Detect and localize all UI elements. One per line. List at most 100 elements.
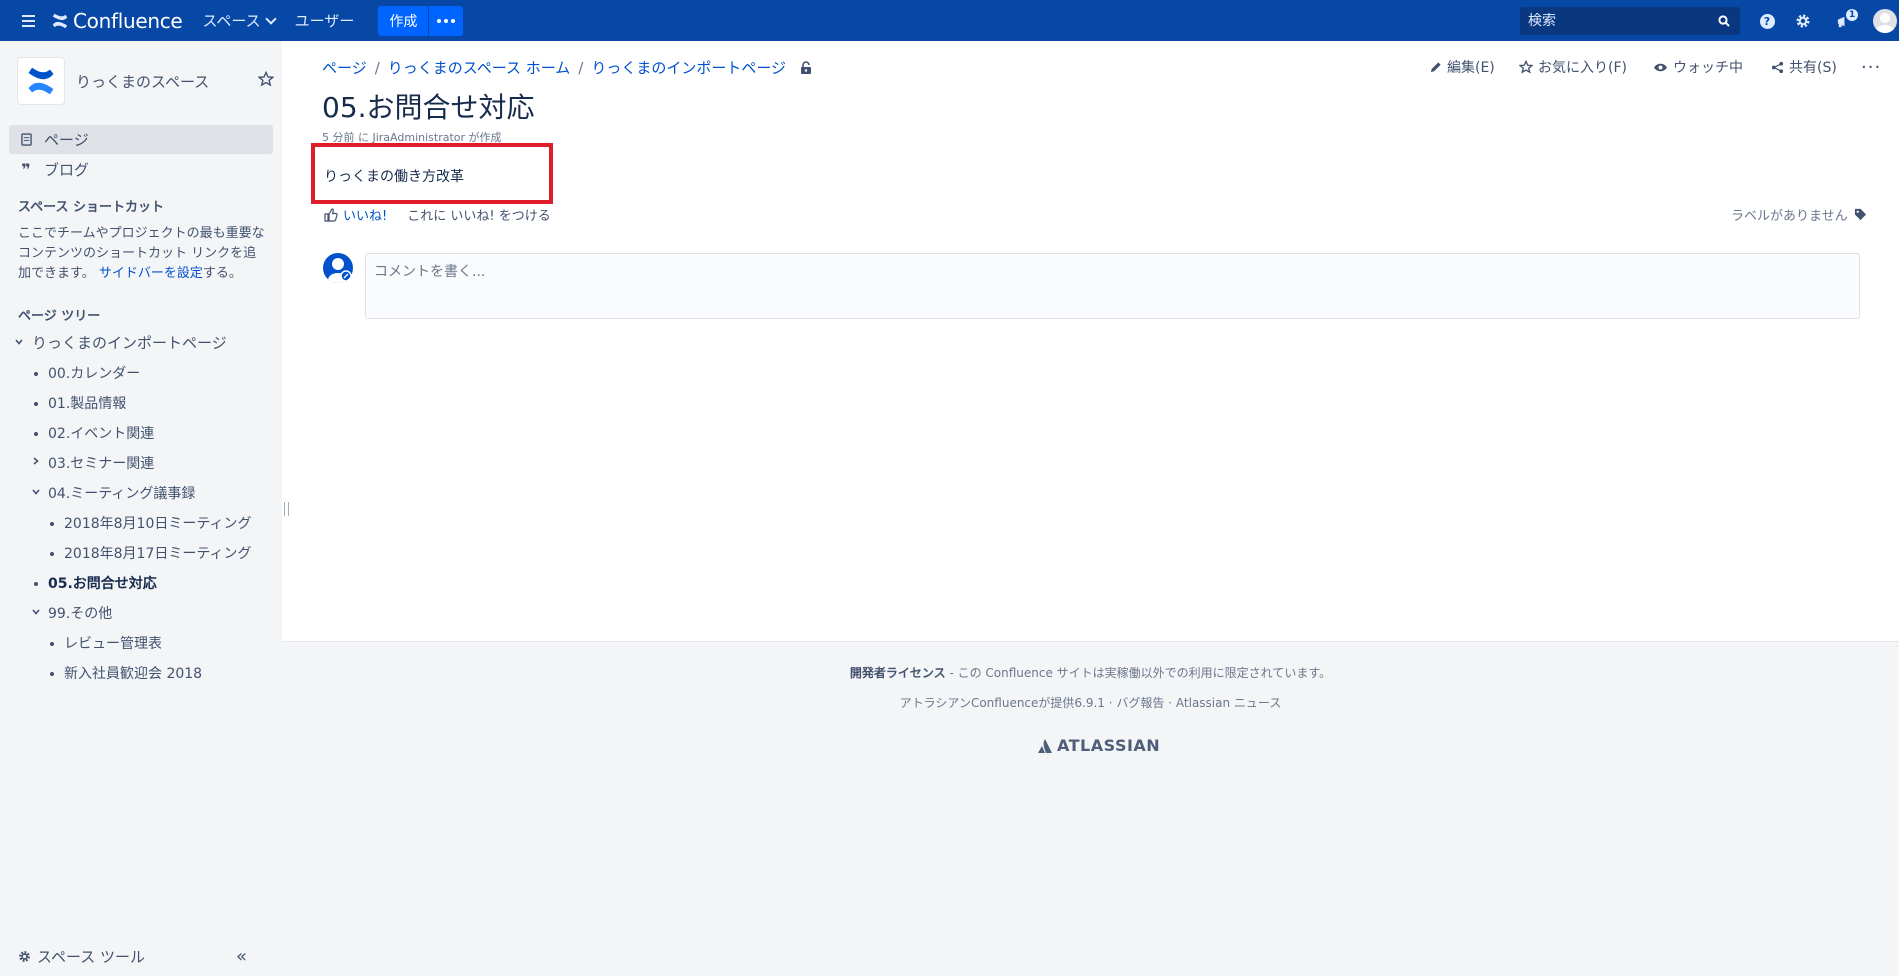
notification-badge: 1 — [1846, 9, 1859, 21]
breadcrumb: ページ / りっくまのスペース ホーム / りっくまのインポートページ — [322, 57, 812, 78]
edit-label: 編集(E) — [1447, 60, 1495, 76]
license-notice: 開発者ライセンス - この Confluence サイトは実稼働以外での利用に限… — [282, 664, 1899, 681]
like-button[interactable]: いいね! — [343, 205, 387, 224]
quote-icon: ❞ — [21, 160, 31, 179]
space-header[interactable]: りっくまのスペース — [18, 58, 209, 104]
tree-item[interactable]: 00.カレンダー — [48, 363, 140, 383]
search-icon[interactable] — [1718, 15, 1730, 27]
bug-report-link[interactable]: バグ報告 — [1116, 696, 1164, 710]
license-label: 開発者ライセンス — [849, 666, 946, 680]
space-tools-button[interactable]: スペース ツール — [18, 946, 145, 967]
spaces-menu-label: スペース — [202, 12, 261, 30]
spaces-menu[interactable]: スペース — [202, 10, 277, 31]
tree-item[interactable]: 04.ミーティング議事録 — [48, 483, 195, 503]
user-avatar[interactable] — [1873, 9, 1897, 33]
watch-button[interactable]: ウォッチ中 — [1653, 57, 1743, 77]
create-button[interactable]: 作成 — [378, 5, 429, 36]
sidebar-item-pages[interactable]: ページ — [9, 125, 273, 154]
bullet — [50, 522, 54, 526]
bullet — [50, 642, 54, 646]
shortcuts-description: ここでチームやプロジェクトの最も重要なコンテンツのショートカット リンクを追加で… — [18, 224, 268, 284]
favorite-label: お気に入り(F) — [1538, 60, 1627, 76]
star-icon[interactable] — [258, 71, 274, 87]
sidebar-item-blog[interactable]: ❞ ブログ — [9, 155, 273, 184]
chevron-right-icon[interactable] — [32, 457, 40, 465]
footer-links: アトラシアンConfluenceが提供6.9.1 · バグ報告 · Atlass… — [899, 696, 1282, 710]
share-icon — [1771, 61, 1784, 73]
sidebar-item-label: ブログ — [44, 161, 90, 179]
space-tools-label: スペース ツール — [37, 948, 145, 966]
tree-item[interactable]: 03.セミナー関連 — [48, 453, 154, 473]
tag-icon[interactable] — [1854, 208, 1867, 221]
bullet — [34, 402, 38, 406]
breadcrumb-item[interactable]: りっくまのインポートページ — [591, 57, 786, 78]
space-logo[interactable] — [18, 58, 64, 104]
bullet — [34, 582, 38, 586]
atlassian-news-link[interactable]: Atlassian ニュース — [1176, 696, 1281, 710]
tree-item-current[interactable]: 05.お問合せ対応 — [48, 573, 157, 593]
tree-item[interactable]: りっくまのインポートページ — [32, 332, 227, 353]
tree-item[interactable]: 新入社員歓迎会 2018 — [64, 663, 202, 683]
eye-icon — [1654, 63, 1667, 71]
bullet — [34, 432, 38, 436]
watch-label: ウォッチ中 — [1673, 60, 1743, 76]
tree-item[interactable]: 99.その他 — [48, 603, 112, 623]
powered-by-link[interactable]: アトラシアンConfluenceが提供6.9.1 — [900, 696, 1105, 710]
like-message: これに いいね! をつける — [407, 209, 551, 224]
chevron-down-icon — [264, 12, 277, 25]
search-box[interactable] — [1520, 7, 1740, 35]
atlassian-logo[interactable]: ATLASSIAN — [1037, 736, 1160, 755]
chevron-down-icon[interactable] — [32, 488, 40, 496]
gear-icon[interactable] — [1792, 10, 1814, 32]
gear-icon — [19, 951, 30, 962]
no-labels-text: ラベルがありません — [1731, 209, 1848, 224]
sidebar-resize-handle[interactable] — [284, 502, 289, 516]
breadcrumb-item[interactable]: りっくまのスペース ホーム — [388, 57, 571, 78]
tree-item[interactable]: 2018年8月17日ミーティング — [64, 543, 252, 563]
like-row: いいね! これに いいね! をつける — [324, 205, 551, 224]
chevron-down-icon[interactable] — [15, 338, 23, 346]
edit-button[interactable]: 編集(E) — [1429, 57, 1495, 77]
breadcrumb-item[interactable]: ページ — [322, 57, 367, 78]
comment-input[interactable]: コメントを書く... — [365, 253, 1860, 319]
menu-icon[interactable] — [17, 9, 41, 33]
chevron-down-icon[interactable] — [32, 608, 40, 616]
share-button[interactable]: 共有(S) — [1771, 57, 1837, 77]
space-sidebar: りっくまのスペース ページ ❞ ブログ スペース ショートカット ここでチームや… — [0, 41, 282, 976]
page-body-text: りっくまの働き方改革 — [324, 169, 464, 185]
collapse-sidebar-icon[interactable]: « — [236, 946, 247, 967]
share-label: 共有(S) — [1789, 60, 1837, 76]
help-icon[interactable]: ? — [1756, 10, 1778, 32]
users-menu[interactable]: ユーザー — [295, 10, 355, 31]
shortcuts-suffix: する。 — [202, 266, 242, 281]
unlock-icon[interactable] — [800, 60, 812, 75]
comment-user-avatar — [323, 253, 353, 283]
space-name[interactable]: りっくまのスペース — [76, 71, 209, 92]
labels-area: ラベルがありません — [1731, 205, 1867, 224]
confluence-logo[interactable]: Confluence — [51, 8, 183, 33]
thumbs-up-icon[interactable] — [324, 207, 338, 222]
tree-item[interactable]: レビュー管理表 — [64, 633, 162, 653]
configure-sidebar-link[interactable]: サイドバーを設定 — [99, 266, 203, 281]
tree-item[interactable]: 02.イベント関連 — [48, 423, 154, 443]
tree-item[interactable]: 2018年8月10日ミーティング — [64, 513, 252, 533]
users-menu-label: ユーザー — [294, 12, 355, 30]
atlassian-logo-icon — [1038, 738, 1052, 753]
app-name: Confluence — [73, 8, 183, 33]
more-actions-icon[interactable]: ··· — [1861, 57, 1881, 78]
sidebar-item-label: ページ — [44, 131, 89, 149]
top-navigation-bar: Confluence スペース ユーザー 作成 ? 1 — [0, 0, 1899, 41]
page-title: 05.お問合せ対応 — [322, 91, 535, 124]
bullet — [50, 672, 54, 676]
confluence-logo-icon — [52, 13, 68, 28]
tree-item[interactable]: 01.製品情報 — [48, 393, 126, 413]
page-footer: 開発者ライセンス - この Confluence サイトは実稼働以外での利用に限… — [282, 641, 1899, 976]
search-input[interactable] — [1520, 13, 1710, 29]
shortcuts-heading: スペース ショートカット — [18, 200, 164, 215]
bullet — [50, 552, 54, 556]
create-more-button[interactable] — [428, 5, 464, 36]
atlassian-logo-text: ATLASSIAN — [1057, 736, 1161, 755]
star-icon — [1519, 60, 1533, 74]
favorite-button[interactable]: お気に入り(F) — [1519, 57, 1627, 77]
bullet — [34, 372, 38, 376]
